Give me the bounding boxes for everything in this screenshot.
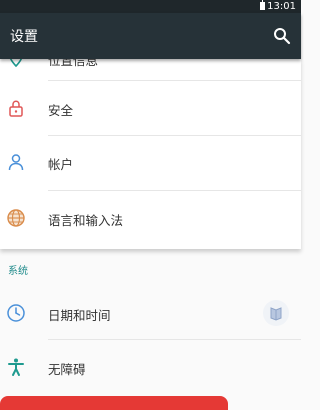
app-bar: 设置: [0, 13, 301, 59]
section-header-system: 系统: [8, 266, 28, 277]
search-icon: [274, 28, 291, 45]
settings-item-accessibility[interactable]: 无障碍: [0, 340, 301, 394]
status-time: 13:01: [267, 1, 296, 12]
globe-icon: [7, 209, 25, 227]
person-icon: [8, 154, 24, 171]
clock-icon: [7, 304, 25, 322]
book-icon: [270, 307, 282, 321]
page-title: 设置: [10, 29, 38, 45]
settings-list-system: 日期和时间 无障碍: [0, 280, 301, 410]
settings-item-language-input[interactable]: 语言和输入法: [0, 191, 301, 245]
floating-action-button[interactable]: [0, 396, 228, 410]
settings-item-label: 位置信息: [48, 59, 99, 68]
lock-icon: [9, 100, 23, 117]
status-bar: 13:01: [0, 0, 301, 13]
floating-shortcut-button[interactable]: [263, 300, 289, 326]
settings-item-date-time[interactable]: 日期和时间: [0, 286, 301, 340]
settings-item-label: 语言和输入法: [48, 213, 124, 228]
search-button[interactable]: [271, 25, 293, 47]
accessibility-icon: [8, 358, 24, 376]
settings-item-security[interactable]: 安全: [0, 81, 301, 135]
settings-item-label: 日期和时间: [48, 308, 111, 323]
settings-item-label: 安全: [48, 103, 74, 118]
settings-list-personal: 位置信息 安全 帐户 语言和输入法: [0, 59, 301, 249]
location-icon: [9, 59, 23, 68]
settings-item-accounts[interactable]: 帐户: [0, 136, 301, 190]
battery-icon: [260, 0, 265, 10]
settings-item-label: 帐户: [48, 157, 74, 172]
settings-item-label: 无障碍: [48, 362, 86, 377]
